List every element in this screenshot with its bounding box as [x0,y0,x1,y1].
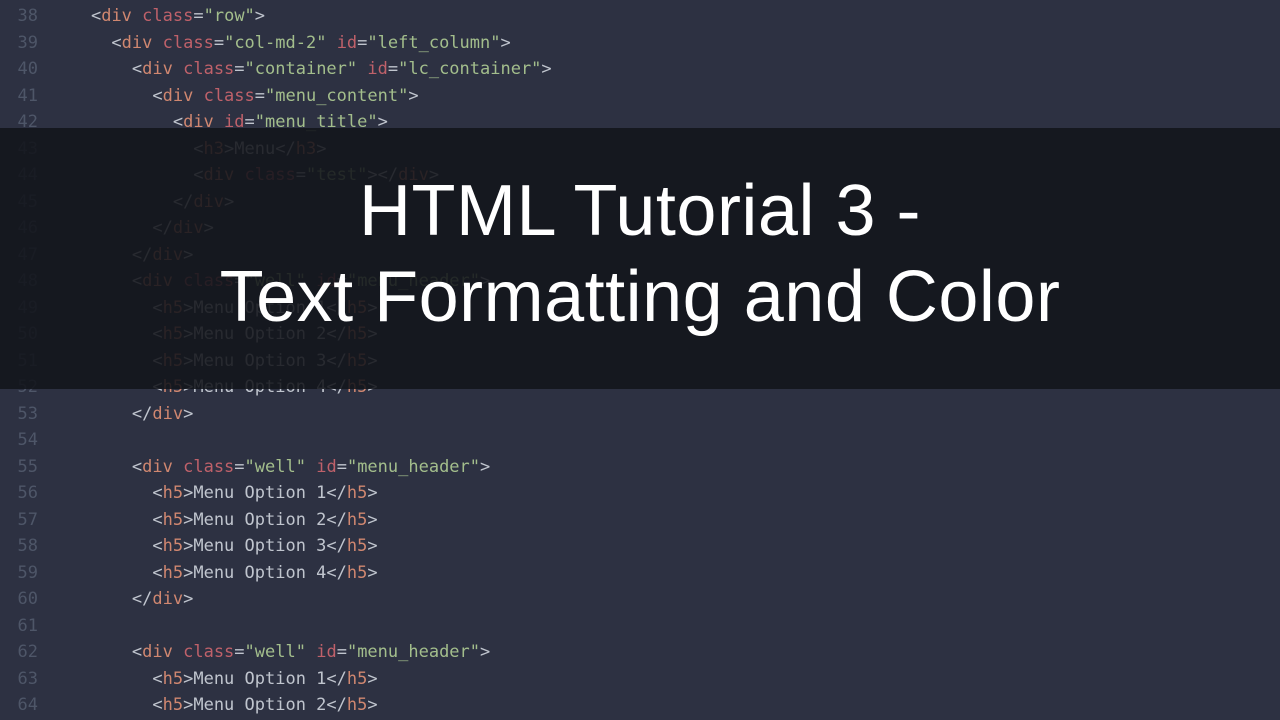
code-line[interactable]: <div class="container" id="lc_container"… [50,56,1280,83]
code-line[interactable]: <h5>Menu Option 1</h5> [50,480,1280,507]
code-line[interactable] [50,427,1280,454]
code-line[interactable]: </div> [50,401,1280,428]
code-line[interactable]: <h5>Menu Option 1</h5> [50,666,1280,693]
code-line[interactable]: <div class="well" id="menu_header"> [50,639,1280,666]
overlay-title-line2: Text Formatting and Color [20,254,1260,340]
line-number: 57 [0,507,38,534]
line-number: 59 [0,560,38,587]
line-number: 54 [0,427,38,454]
code-line[interactable]: <div class="row"> [50,3,1280,30]
line-number: 58 [0,533,38,560]
line-number: 64 [0,692,38,719]
code-line[interactable]: <div class="col-md-2" id="left_column"> [50,30,1280,57]
code-line[interactable]: </div> [50,586,1280,613]
overlay-title-line1: HTML Tutorial 3 - [20,168,1260,254]
line-number: 38 [0,3,38,30]
line-number: 40 [0,56,38,83]
line-number: 60 [0,586,38,613]
code-line[interactable]: <div class="menu_content"> [50,83,1280,110]
line-number: 41 [0,83,38,110]
code-line[interactable]: <h5>Menu Option 3</h5> [50,533,1280,560]
line-number: 62 [0,639,38,666]
code-line[interactable]: <h5>Menu Option 4</h5> [50,560,1280,587]
line-number: 53 [0,401,38,428]
line-number: 63 [0,666,38,693]
code-line[interactable]: <h5>Menu Option 2</h5> [50,692,1280,719]
line-number: 39 [0,30,38,57]
code-line[interactable] [50,613,1280,640]
title-overlay: HTML Tutorial 3 - Text Formatting and Co… [0,128,1280,389]
code-line[interactable]: <div class="well" id="menu_header"> [50,454,1280,481]
line-number: 61 [0,613,38,640]
code-line[interactable]: <h5>Menu Option 2</h5> [50,507,1280,534]
line-number: 56 [0,480,38,507]
line-number: 55 [0,454,38,481]
